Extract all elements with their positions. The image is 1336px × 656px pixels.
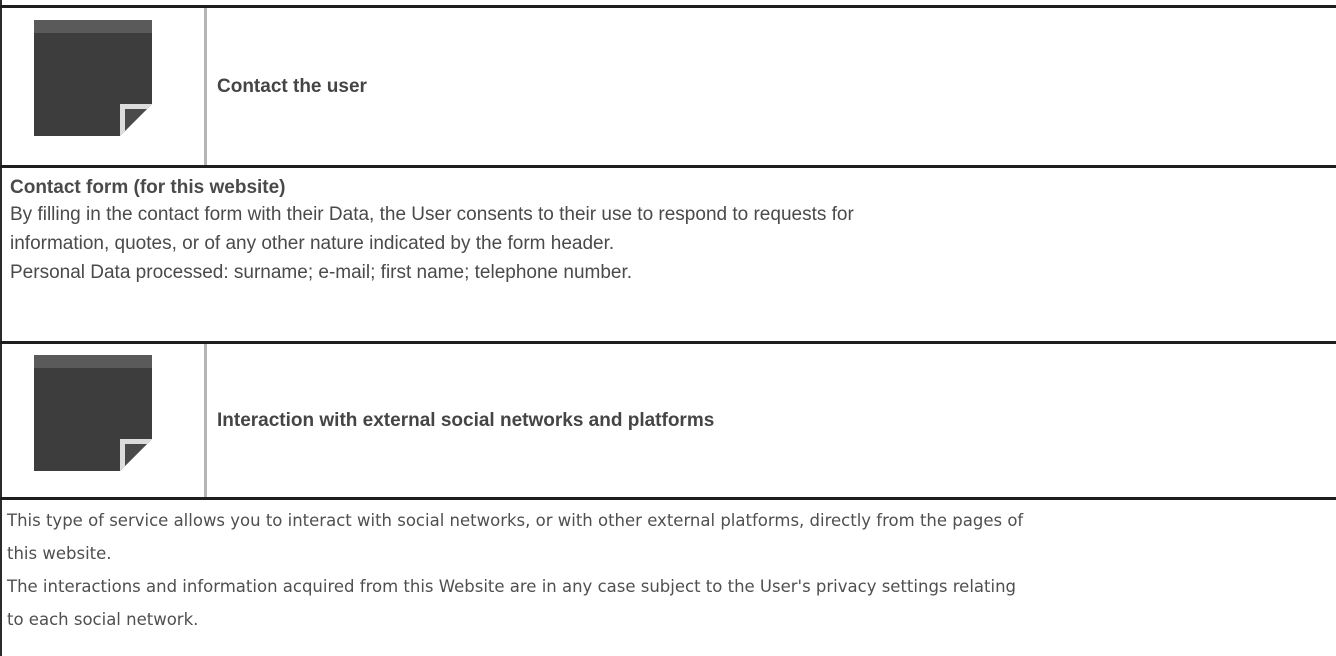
- section-body-social: This type of service allows you to inter…: [0, 500, 1336, 656]
- paragraph-line: Personal Data processed: surname; e-mail…: [10, 262, 633, 283]
- note-icon: [34, 355, 152, 471]
- paragraph-line: information, quotes, or of any other nat…: [10, 233, 615, 254]
- section-title: Interaction with external social network…: [217, 409, 715, 431]
- note-icon: [34, 20, 152, 136]
- paragraph-line: The interactions and information acquire…: [7, 577, 1017, 596]
- paragraph-line: This type of service allows you to inter…: [7, 511, 1024, 530]
- paragraph-line: this website.: [7, 544, 112, 563]
- paragraph-line: By filling in the contact form with thei…: [10, 204, 854, 225]
- section-header-social: Interaction with external social network…: [0, 341, 1336, 500]
- paragraph-line: to each social network.: [7, 610, 199, 629]
- section-icon-cell: [0, 344, 207, 497]
- subheading: Contact form (for this website): [10, 177, 286, 198]
- section-body-contact: Contact form (for this website) By filli…: [0, 168, 1336, 341]
- section-title: Contact the user: [217, 75, 367, 97]
- section-icon-cell: [0, 8, 207, 165]
- privacy-policy-page: Contact the user Contact form (for this …: [0, 0, 1336, 656]
- section-header-contact: Contact the user: [0, 5, 1336, 168]
